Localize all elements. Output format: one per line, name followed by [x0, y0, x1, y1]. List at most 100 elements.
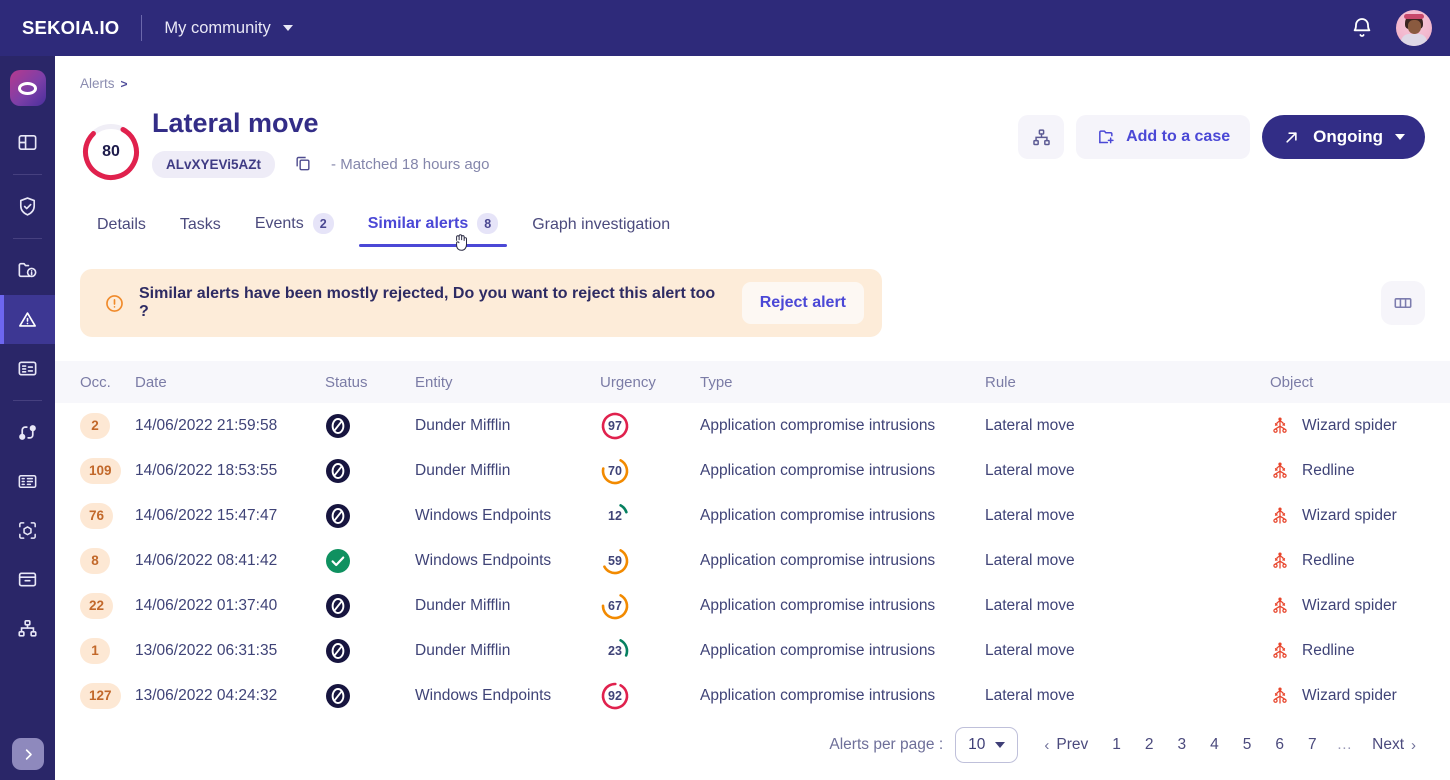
- copy-uuid-button[interactable]: [289, 151, 317, 178]
- sidebar-item-assets[interactable]: [0, 457, 55, 506]
- cell-type: Application compromise intrusions: [700, 462, 985, 480]
- alert-status-button[interactable]: Ongoing: [1262, 115, 1425, 159]
- table-row[interactable]: 10914/06/2022 18:53:55Dunder Mifflin70Ap…: [55, 448, 1450, 493]
- page-number-1[interactable]: 1: [1100, 730, 1133, 760]
- object-label: Redline: [1302, 642, 1355, 660]
- sidebar-item-threat-protection[interactable]: [0, 182, 55, 231]
- column-header-entity[interactable]: Entity: [415, 374, 600, 391]
- sidebar-item-objects[interactable]: [0, 506, 55, 555]
- tab-count-badge: 8: [477, 213, 498, 234]
- cell-object: Redline: [1270, 641, 1450, 661]
- sidebar-item-alerts[interactable]: [0, 295, 55, 344]
- next-page-button[interactable]: Next ›: [1360, 730, 1428, 760]
- bell-icon[interactable]: [1350, 16, 1374, 40]
- columns-settings-button[interactable]: [1381, 281, 1425, 325]
- top-bar: SEKOIA.IO My community: [0, 0, 1450, 56]
- add-to-case-button[interactable]: Add to a case: [1076, 115, 1250, 159]
- tab-details[interactable]: Details: [80, 208, 163, 247]
- cell-rule: Lateral move: [985, 642, 1270, 660]
- sidebar-item-intelligence[interactable]: [0, 246, 55, 295]
- chevron-right-icon: [21, 747, 36, 762]
- page-number-5[interactable]: 5: [1231, 730, 1264, 760]
- cell-urgency: 12: [600, 501, 700, 531]
- chevron-right-icon: ›: [1411, 737, 1416, 754]
- sidebar-item-playbooks[interactable]: [0, 408, 55, 457]
- column-header-status[interactable]: Status: [325, 374, 415, 391]
- breadcrumb-root[interactable]: Alerts: [80, 76, 115, 91]
- table-row[interactable]: 2214/06/2022 01:37:40Dunder Mifflin67App…: [55, 583, 1450, 628]
- reject-alert-button[interactable]: Reject alert: [742, 282, 864, 324]
- urgency-gauge: 97: [600, 411, 630, 441]
- column-header-rule[interactable]: Rule: [985, 374, 1270, 391]
- tab-label: Details: [97, 216, 146, 234]
- sidebar-item-events[interactable]: [0, 344, 55, 393]
- intrusion-set-icon: [1270, 596, 1290, 616]
- page-number-6[interactable]: 6: [1263, 730, 1296, 760]
- tab-similar-alerts[interactable]: Similar alerts 8: [351, 205, 516, 247]
- column-header-urgency[interactable]: Urgency: [600, 374, 700, 391]
- cell-entity: Dunder Mifflin: [415, 417, 600, 435]
- expand-sidebar-button[interactable]: [12, 738, 44, 770]
- sidebar-item-archive[interactable]: [0, 555, 55, 604]
- intrusion-set-icon: [1270, 551, 1290, 571]
- table-row[interactable]: 214/06/2022 21:59:58Dunder Mifflin97Appl…: [55, 403, 1450, 448]
- table-row[interactable]: 7614/06/2022 15:47:47Windows Endpoints12…: [55, 493, 1450, 538]
- community-selector[interactable]: My community: [164, 19, 292, 38]
- cell-status[interactable]: [325, 593, 415, 619]
- sidebar-item-community[interactable]: [0, 604, 55, 653]
- urgency-gauge: 92: [600, 681, 630, 711]
- graph-view-button[interactable]: [1018, 115, 1064, 159]
- logo-eye-shape: [18, 82, 37, 95]
- sekoia-logo-icon[interactable]: [10, 70, 46, 106]
- urgency-gauge: 59: [600, 546, 630, 576]
- page-number-2[interactable]: 2: [1133, 730, 1166, 760]
- cell-status[interactable]: [325, 458, 415, 484]
- cell-status[interactable]: [325, 638, 415, 664]
- alert-header-actions: Add to a case Ongoing: [1018, 115, 1425, 159]
- page-number-3[interactable]: 3: [1166, 730, 1199, 760]
- cell-status[interactable]: [325, 413, 415, 439]
- tab-label: Events: [255, 215, 304, 233]
- occurrence-badge: 127: [80, 683, 121, 709]
- cell-entity: Windows Endpoints: [415, 552, 600, 570]
- table-row[interactable]: 12713/06/2022 04:24:32Windows Endpoints9…: [55, 673, 1450, 718]
- table-row[interactable]: 814/06/2022 08:41:42Windows Endpoints59A…: [55, 538, 1450, 583]
- cell-date: 13/06/2022 04:24:32: [135, 687, 325, 705]
- cell-date: 14/06/2022 18:53:55: [135, 462, 325, 480]
- cell-status[interactable]: [325, 548, 415, 574]
- object-label: Wizard spider: [1302, 507, 1397, 525]
- tab-label: Similar alerts: [368, 215, 469, 233]
- cell-urgency: 23: [600, 636, 700, 666]
- alert-header: 80 Lateral move ALvXYEVi5AZt - Matched 1…: [55, 101, 1450, 183]
- alert-matched-time: - Matched 18 hours ago: [331, 156, 489, 173]
- cell-status[interactable]: [325, 683, 415, 709]
- cell-object: Wizard spider: [1270, 686, 1450, 706]
- intrusion-set-icon: [1270, 686, 1290, 706]
- column-header-object[interactable]: Object: [1270, 374, 1450, 391]
- org-tree-icon: [16, 617, 39, 640]
- sidebar-item-dashboard[interactable]: [0, 118, 55, 167]
- table-row[interactable]: 113/06/2022 06:31:35Dunder Mifflin23Appl…: [55, 628, 1450, 673]
- page-number-7[interactable]: 7: [1296, 730, 1329, 760]
- brand-logo[interactable]: SEKOIA.IO: [22, 17, 119, 39]
- page-number-4[interactable]: 4: [1198, 730, 1231, 760]
- alert-status-label: Ongoing: [1313, 127, 1383, 147]
- cell-status[interactable]: [325, 503, 415, 529]
- tab-events[interactable]: Events 2: [238, 205, 351, 247]
- mouse-cursor-icon: [453, 232, 471, 254]
- tab-graph-investigation[interactable]: Graph investigation: [515, 208, 687, 247]
- urgency-value: 23: [600, 636, 630, 666]
- per-page-select[interactable]: 10: [955, 727, 1018, 763]
- cell-object: Wizard spider: [1270, 416, 1450, 436]
- cell-rule: Lateral move: [985, 552, 1270, 570]
- occurrence-badge: 2: [80, 413, 110, 439]
- prev-page-button[interactable]: ‹ Prev: [1032, 730, 1100, 760]
- breadcrumb[interactable]: Alerts >: [80, 76, 1450, 91]
- column-header-occ[interactable]: Occ.: [55, 374, 135, 391]
- status-rejected-icon: [325, 503, 351, 529]
- avatar[interactable]: [1396, 10, 1432, 46]
- tab-tasks[interactable]: Tasks: [163, 208, 238, 247]
- column-header-type[interactable]: Type: [700, 374, 985, 391]
- column-header-date[interactable]: Date: [135, 374, 325, 391]
- alert-uuid-chip[interactable]: ALvXYEVi5AZt: [152, 151, 275, 178]
